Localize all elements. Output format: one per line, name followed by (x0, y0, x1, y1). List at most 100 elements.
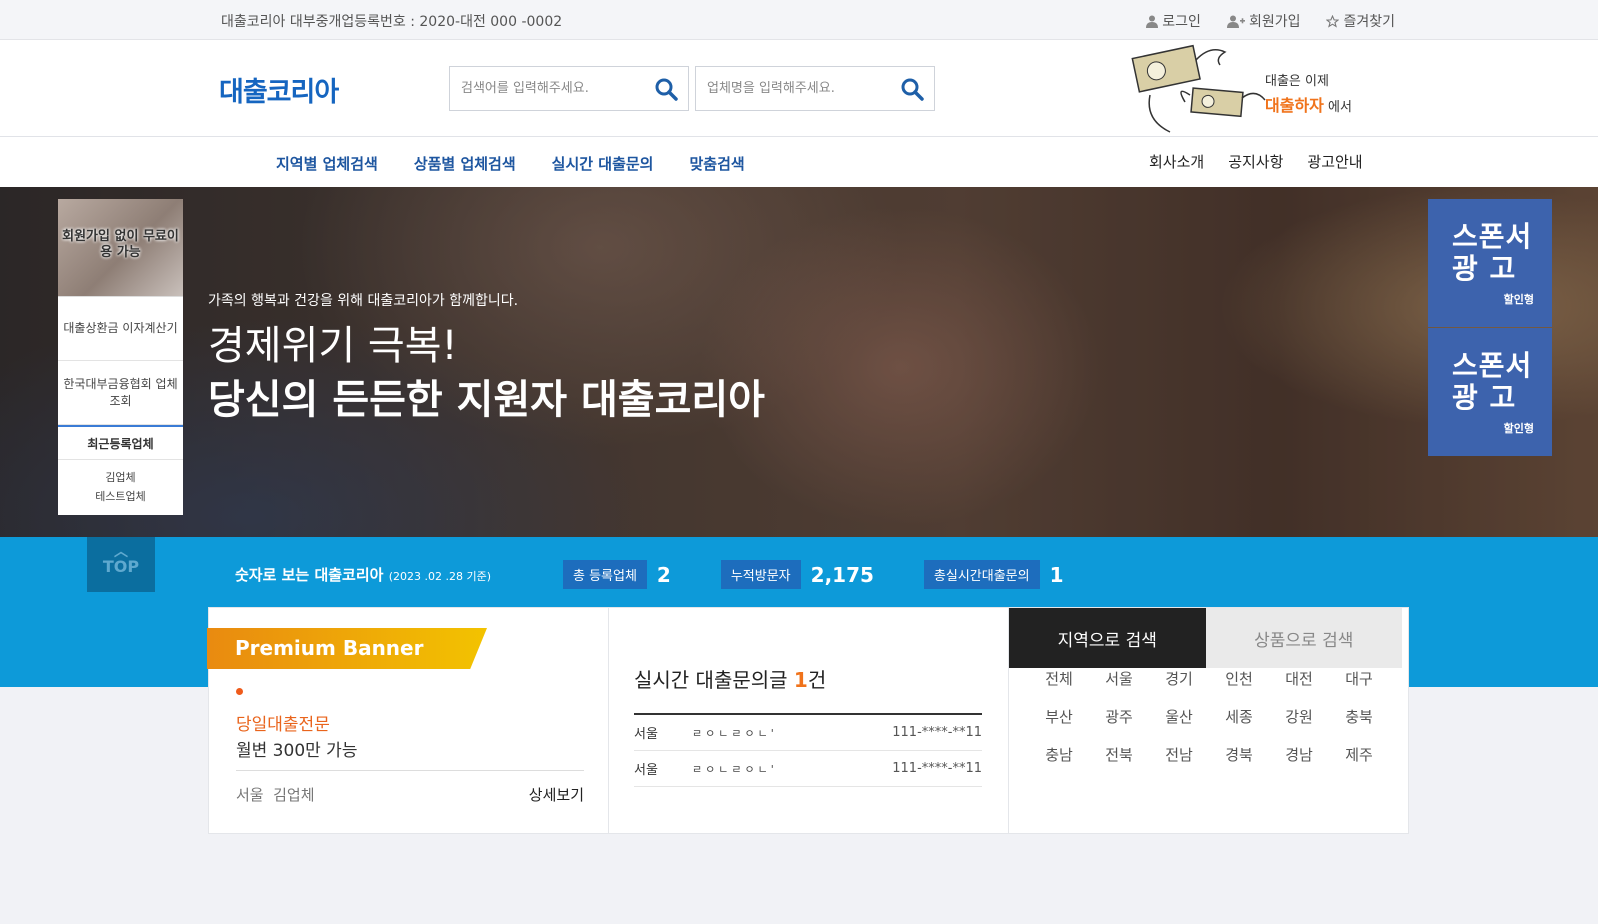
recent-companies-title: 최근등록업체 (58, 425, 183, 460)
sponsor-ad-2[interactable]: 스폰서 광 고 할인형 (1428, 328, 1552, 456)
login-link[interactable]: 로그인 (1146, 11, 1201, 31)
region-link[interactable]: 부산 (1029, 706, 1089, 727)
sponsor-tag: 할인형 (1503, 422, 1534, 435)
stat-label: 총실시간대출문의 (923, 560, 1040, 589)
chevron-up-icon: ︿ (114, 544, 128, 560)
sponsor-title2: 광 고 (1452, 252, 1517, 285)
bullet-dot-icon (236, 688, 243, 695)
region-link[interactable]: 전남 (1149, 744, 1209, 765)
region-link[interactable]: 전체 (1029, 668, 1089, 689)
region-link[interactable]: 충북 (1329, 706, 1389, 727)
region-search-panel: 지역으로 검색 상품으로 검색 전체 서울 경기 인천 대전 대구 부산 광주 … (1008, 607, 1409, 834)
login-label: 로그인 (1162, 14, 1201, 30)
main-nav: 지역별 업체검색 상품별 업체검색 실시간 대출문의 맞춤검색 회사소개 공지사… (0, 137, 1598, 187)
region-link[interactable]: 경기 (1149, 668, 1209, 689)
sponsor-title1: 스폰서 (1452, 220, 1533, 253)
ad-highlight: 대출하자 (1265, 96, 1324, 115)
detail-link[interactable]: 상세보기 (529, 784, 584, 805)
recent-company[interactable]: 김업체 (58, 468, 183, 487)
nav-company-intro[interactable]: 회사소개 (1149, 151, 1204, 172)
favorite-label: 즐겨찾기 (1343, 14, 1395, 30)
star-icon (1326, 14, 1340, 28)
top-links: 로그인 회원가입 즐겨찾기 (1146, 11, 1395, 31)
region-link[interactable]: 인천 (1209, 668, 1269, 689)
top-label: TOP (102, 557, 140, 576)
stats-row: 숫자로 보는 대출코리아 (2023 .02 .28 기준) 총 등록업체 2 … (235, 560, 1064, 589)
top-bar: 대출코리아 대부중개업등록번호 : 2020-대전 000 -0002 로그인 … (0, 0, 1598, 40)
region-grid: 전체 서울 경기 인천 대전 대구 부산 광주 울산 세종 강원 충북 충남 전… (1029, 668, 1389, 765)
stat-label: 총 등록업체 (562, 560, 647, 589)
free-use-banner[interactable]: 회원가입 없이 무료이용 가능 (58, 199, 183, 297)
inquiry-title: 실시간 대출문의글 1건 (634, 668, 827, 692)
sponsor-title1: 스폰서 (1452, 349, 1533, 382)
nav-product-search[interactable]: 상품별 업체검색 (414, 153, 516, 174)
free-use-banner-label: 회원가입 없이 무료이용 가능 (62, 229, 179, 260)
sponsor-title2: 광 고 (1452, 381, 1517, 414)
search-icon[interactable] (900, 77, 924, 101)
site-logo[interactable]: 대출코리아 (219, 70, 339, 109)
stat-label: 누적방문자 (720, 560, 801, 589)
left-quick-panel: 회원가입 없이 무료이용 가능 대출상환금 이자계산기 한국대부금융협회 업체조… (58, 199, 183, 515)
inquiry-row[interactable]: 서울 ㄹㅇㄴㄹㅇㄴ' 111-****-**11 (634, 751, 982, 787)
region-link[interactable]: 경남 (1269, 744, 1329, 765)
nav-notice[interactable]: 공지사항 (1228, 151, 1283, 172)
region-link[interactable]: 울산 (1149, 706, 1209, 727)
tab-product-search[interactable]: 상품으로 검색 (1205, 608, 1402, 668)
registration-number: 대출코리아 대부중개업등록번호 : 2020-대전 000 -0002 (221, 14, 563, 30)
nav-ad-info[interactable]: 광고안내 (1307, 151, 1362, 172)
loan-calculator-link[interactable]: 대출상환금 이자계산기 (58, 297, 183, 361)
region-link[interactable]: 전북 (1089, 744, 1149, 765)
search-icon[interactable] (654, 77, 678, 101)
header: 대출코리아 대출은 이제 대출하자 에서 (0, 40, 1598, 137)
stats-date: (2023 .02 .28 기준) (388, 570, 491, 583)
premium-line1[interactable]: 당일대출전문 (236, 710, 330, 735)
signup-label: 회원가입 (1248, 14, 1301, 30)
premium-ribbon: Premium Banner (207, 628, 487, 669)
ad-suffix: 에서 (1328, 100, 1352, 115)
region-link[interactable]: 서울 (1089, 668, 1149, 689)
company-search-box (695, 66, 935, 111)
hero-headline2: 당신의 든든한 지원자 대출코리아 (208, 377, 765, 423)
region-link[interactable]: 경북 (1209, 744, 1269, 765)
region-link[interactable]: 대구 (1329, 668, 1389, 689)
keyword-search-input[interactable] (450, 67, 640, 110)
divider (236, 770, 584, 771)
keyword-search-box (449, 66, 689, 111)
hero-subtitle: 가족의 행복과 건강을 위해 대출코리아가 함께합니다. (208, 293, 519, 309)
region-link[interactable]: 강원 (1269, 706, 1329, 727)
premium-region-company: 서울 김업체 (236, 786, 315, 804)
favorite-link[interactable]: 즐겨찾기 (1326, 11, 1395, 31)
inquiry-phone: 111-****-**11 (892, 725, 982, 740)
nav-custom-search[interactable]: 맞춤검색 (689, 153, 744, 174)
region-link[interactable]: 대전 (1269, 668, 1329, 689)
premium-line2[interactable]: 월변 300만 가능 (236, 736, 357, 761)
recent-company[interactable]: 테스트업체 (58, 487, 183, 506)
inquiry-phone: 111-****-**11 (892, 761, 982, 776)
nav-region-search[interactable]: 지역별 업체검색 (276, 153, 378, 174)
nav-realtime-inquiry[interactable]: 실시간 대출문의 (552, 153, 654, 174)
region-link[interactable]: 제주 (1329, 744, 1389, 765)
recent-companies-list: 김업체 테스트업체 (58, 460, 183, 506)
ad-line1: 대출은 이제 (1265, 74, 1329, 89)
realtime-inquiry-panel: 실시간 대출문의글 1건 서울 ㄹㅇㄴㄹㅇㄴ' 111-****-**11 서울… (608, 607, 1009, 834)
sponsor-ad-1[interactable]: 스폰서 광 고 할인형 (1428, 199, 1552, 327)
inquiry-row[interactable]: 서울 ㄹㅇㄴㄹㅇㄴ' 111-****-**11 (634, 715, 982, 751)
sponsor-tag: 할인형 (1503, 293, 1534, 306)
user-icon (1146, 15, 1159, 28)
inquiry-count: 1 (793, 668, 808, 692)
region-link[interactable]: 충남 (1029, 744, 1089, 765)
scroll-top-button[interactable]: ︿ TOP (87, 537, 155, 592)
stat-value: 2,175 (810, 562, 874, 587)
company-search-input[interactable] (696, 67, 886, 110)
inquiry-content: ㄹㅇㄴㄹㅇㄴ' (692, 726, 777, 740)
stats-title: 숫자로 보는 대출코리아 (2023 .02 .28 기준) (235, 566, 491, 584)
inquiry-region: 서울 (634, 763, 658, 778)
association-lookup-link[interactable]: 한국대부금융협회 업체조회 (58, 361, 183, 425)
hero-banner: 가족의 행복과 건강을 위해 대출코리아가 함께합니다. 경제위기 극복! 당신… (0, 187, 1598, 537)
region-link[interactable]: 광주 (1089, 706, 1149, 727)
region-link[interactable]: 세종 (1209, 706, 1269, 727)
stat-value: 1 (1049, 562, 1064, 587)
hero-headline1: 경제위기 극복! (208, 323, 458, 369)
tab-region-search[interactable]: 지역으로 검색 (1009, 608, 1206, 668)
signup-link[interactable]: 회원가입 (1226, 11, 1301, 31)
